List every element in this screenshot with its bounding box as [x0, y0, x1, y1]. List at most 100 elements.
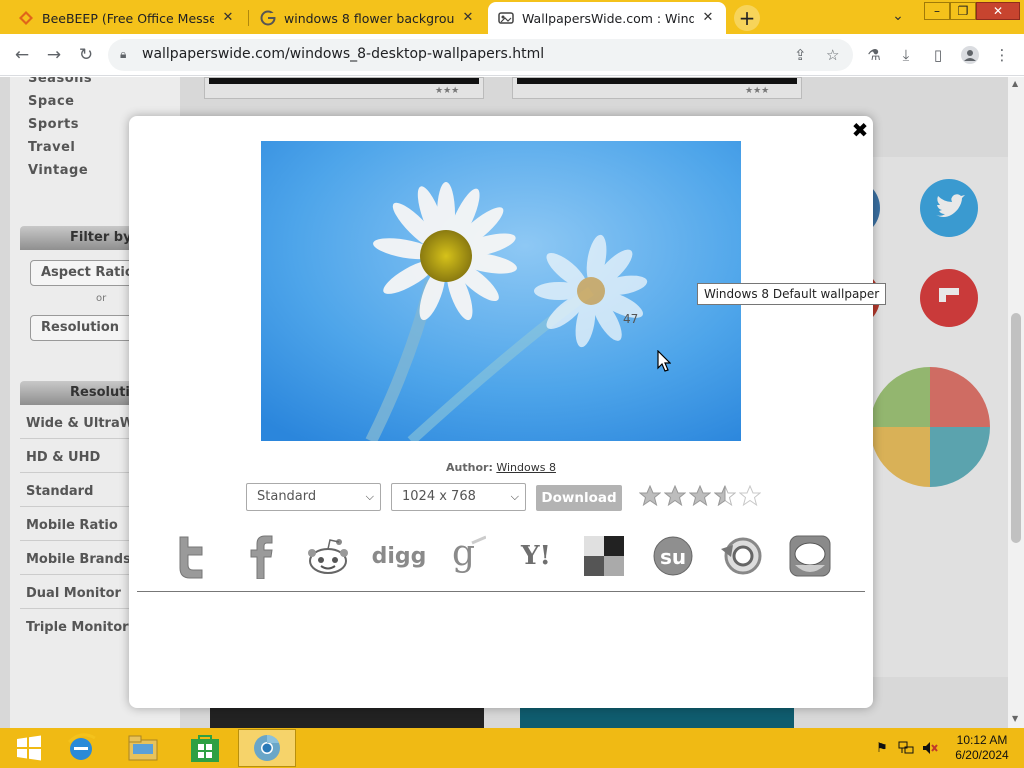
side-panel-icon[interactable]: ▯ — [926, 43, 950, 67]
close-icon[interactable]: ✕ — [220, 10, 236, 26]
new-tab-button[interactable]: + — [734, 5, 760, 31]
system-clock[interactable]: 10:12 AM 6/20/2024 — [948, 733, 1016, 763]
extension-flask-icon[interactable]: ⚗ — [862, 43, 886, 67]
flipboard-icon[interactable] — [920, 269, 978, 327]
author-label: Author: — [446, 461, 493, 474]
category-link[interactable]: Travel — [28, 140, 75, 155]
star-full-icon[interactable] — [664, 485, 686, 507]
wallpaper-preview-image[interactable]: 47 — [261, 141, 741, 441]
category-link[interactable]: Space — [28, 94, 74, 109]
tab-title: BeeBEEP (Free Office Messenger — [42, 10, 214, 26]
tab-title: windows 8 flower background - — [284, 10, 454, 26]
forward-arrow-icon[interactable]: → — [42, 43, 66, 67]
google-icon[interactable]: g — [443, 532, 489, 580]
flag-icon[interactable]: ⚑ — [874, 740, 890, 756]
bookmark-star-icon[interactable]: ☆ — [826, 46, 839, 64]
resolution-select[interactable]: 1024 x 768 ⌵ — [391, 483, 526, 511]
clock-date: 6/20/2024 — [955, 748, 1009, 762]
resolution-link[interactable]: Mobile Brands — [26, 552, 131, 567]
close-icon[interactable]: ✕ — [460, 10, 476, 26]
internet-explorer-icon[interactable] — [52, 729, 110, 767]
wallpaper-thumb — [520, 708, 794, 728]
resolution-link[interactable]: Triple Monitor — [26, 620, 129, 635]
chevron-down-icon: ⌵ — [365, 490, 374, 503]
share-icon[interactable]: ⇪ — [794, 46, 807, 64]
app-logo — [860, 357, 990, 497]
author-link[interactable]: Windows 8 — [496, 461, 556, 474]
category-link[interactable]: Vintage — [28, 163, 88, 178]
star-empty-icon[interactable] — [739, 485, 761, 507]
url-text: wallpaperswide.com/windows_8-desktop-wal… — [142, 46, 545, 62]
volume-muted-icon[interactable] — [922, 740, 938, 756]
tab-beebeep[interactable]: BeeBEEP (Free Office Messenger ✕ — [8, 2, 246, 34]
windows-start-icon[interactable] — [0, 729, 58, 767]
windows-taskbar: ⚑ 10:12 AM 6/20/2024 — [0, 728, 1024, 768]
divider — [137, 591, 865, 592]
yahoo-icon[interactable]: Y! — [511, 532, 561, 580]
resolution-link[interactable]: HD & UHD — [26, 450, 100, 465]
resolution-link[interactable]: Standard — [26, 484, 93, 499]
scroll-down-icon[interactable]: ▼ — [1012, 714, 1018, 723]
share-icons-row: digg g Y! su — [169, 532, 833, 584]
star-full-icon[interactable] — [689, 485, 711, 507]
tab-google-search[interactable]: windows 8 flower background - ✕ — [250, 2, 486, 34]
wallpaper-thumb — [210, 708, 484, 728]
mouse-cursor-icon — [657, 349, 672, 376]
author-line: Author: Windows 8 — [129, 461, 873, 474]
close-window-button[interactable]: ✕ — [976, 2, 1020, 20]
address-bar[interactable]: 🔒︎ wallpaperswide.com/windows_8-desktop-… — [108, 39, 853, 71]
stars-icon: ★★★ — [745, 86, 770, 96]
more-menu-icon[interactable]: ⋮ — [990, 43, 1014, 67]
svg-text:g: g — [452, 533, 475, 574]
browser-toolbar: ← → ↻ 🔒︎ wallpaperswide.com/windows_8-de… — [0, 34, 1024, 76]
stumbleupon-icon[interactable]: su — [650, 532, 696, 580]
google-icon — [260, 10, 276, 26]
tab-wallpaperswide[interactable]: WallpapersWide.com : Windows ✕ — [488, 2, 726, 34]
star-full-icon[interactable] — [639, 485, 661, 507]
wallpaper-counter: 47 — [623, 312, 639, 326]
facebook-icon[interactable] — [238, 532, 284, 580]
aspect-select-value: Standard — [257, 489, 317, 504]
aspect-select[interactable]: Standard ⌵ — [246, 483, 381, 511]
tab-separator — [248, 10, 249, 26]
tab-title: WallpapersWide.com : Windows — [522, 10, 694, 26]
scrollbar-thumb[interactable] — [1011, 313, 1021, 543]
reddit-icon[interactable] — [305, 532, 351, 580]
lock-icon: 🔒︎ — [120, 47, 127, 61]
download-icon[interactable]: ⤓ — [894, 43, 918, 67]
reload-icon[interactable] — [719, 532, 765, 580]
or-label: or — [96, 293, 107, 304]
star-half-icon[interactable] — [714, 485, 736, 507]
svg-text:su: su — [660, 545, 686, 569]
technorati-icon[interactable] — [787, 532, 833, 580]
reload-icon[interactable]: ↻ — [74, 43, 98, 67]
store-icon[interactable] — [176, 729, 234, 767]
resolution-link[interactable]: Dual Monitor — [26, 586, 121, 601]
restore-button[interactable]: ❐ — [950, 2, 976, 20]
download-button[interactable]: Download — [536, 485, 622, 511]
category-link[interactable]: Sports — [28, 117, 79, 132]
scroll-up-icon[interactable]: ▲ — [1012, 79, 1018, 88]
file-explorer-icon[interactable] — [114, 729, 172, 767]
resolution-link[interactable]: Mobile Ratio — [26, 518, 118, 533]
network-icon[interactable] — [898, 740, 914, 756]
wallpaper-modal: ✖ 47 Author: Windows 8 Standard ⌵ 1024 x… — [129, 116, 873, 708]
browser-tab-bar: BeeBEEP (Free Office Messenger ✕ windows… — [0, 0, 1024, 34]
chevron-down-icon[interactable]: ⌄ — [888, 6, 908, 26]
rating-stars[interactable] — [639, 485, 761, 509]
wallpaper-thumb-strip: ★★★ — [204, 77, 484, 99]
close-icon[interactable]: ✖ — [850, 120, 870, 140]
back-arrow-icon[interactable]: ← — [10, 43, 34, 67]
delicious-icon[interactable] — [581, 532, 627, 580]
close-icon[interactable]: ✕ — [700, 10, 716, 26]
twitter-icon[interactable] — [169, 532, 215, 580]
page-scrollbar[interactable]: ▲ ▼ — [1008, 77, 1024, 728]
profile-avatar-icon[interactable] — [958, 43, 982, 67]
chrome-icon[interactable] — [238, 729, 296, 767]
wallpaper-thumb-strip: ★★★ — [512, 77, 802, 99]
digg-icon[interactable]: digg — [372, 532, 427, 580]
twitter-icon[interactable] — [920, 179, 978, 237]
category-link[interactable]: Seasons — [28, 77, 92, 86]
chevron-down-icon: ⌵ — [510, 490, 519, 503]
minimize-button[interactable]: – — [924, 2, 950, 20]
